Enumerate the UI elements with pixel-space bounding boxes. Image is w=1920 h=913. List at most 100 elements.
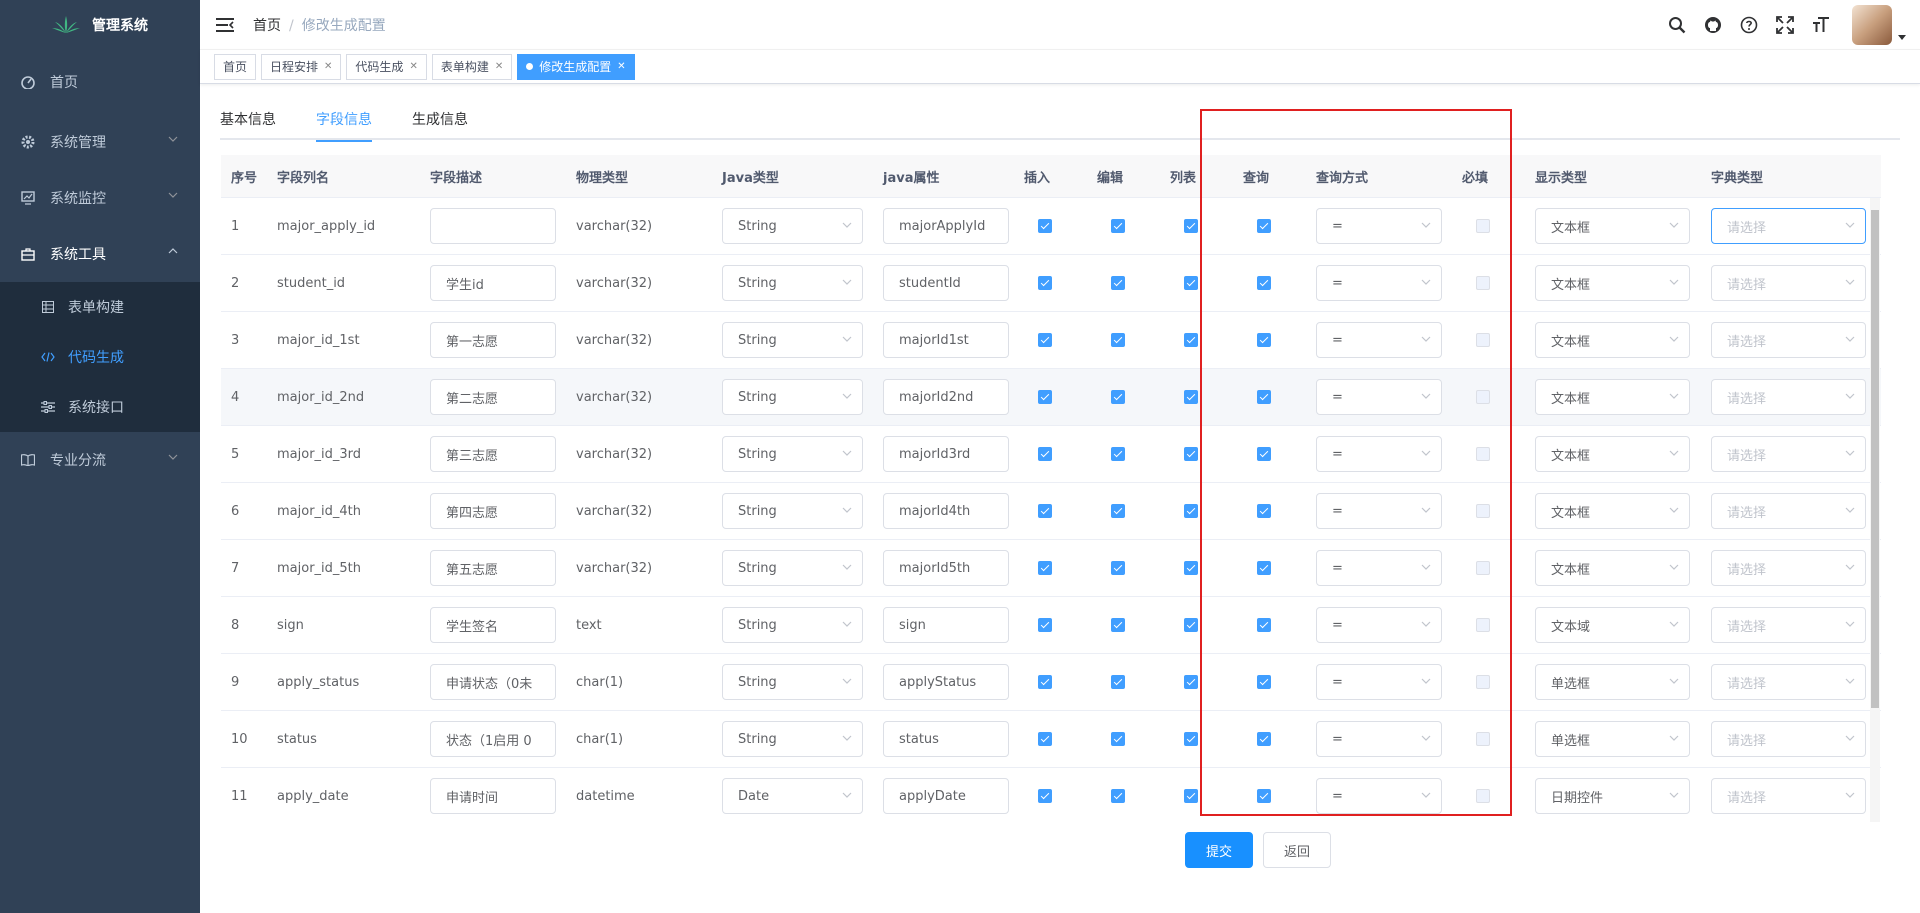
java-attr-input[interactable]: majorId2nd <box>883 379 1009 415</box>
field-desc-input[interactable]: 申请状态（0未 <box>430 664 556 700</box>
java-attr-input[interactable]: status <box>883 721 1009 757</box>
dict-type-select[interactable]: 请选择 <box>1711 379 1866 415</box>
edit-checkbox[interactable] <box>1111 675 1125 689</box>
close-icon[interactable]: ✕ <box>409 55 417 79</box>
close-icon[interactable]: ✕ <box>495 55 503 79</box>
field-desc-input[interactable] <box>430 208 556 244</box>
java-attr-input[interactable]: majorApplyId <box>883 208 1009 244</box>
dict-type-select[interactable]: 请选择 <box>1711 721 1866 757</box>
table-scrollbar[interactable] <box>1870 198 1880 822</box>
java-type-select[interactable]: String <box>722 664 863 700</box>
font-size-icon[interactable] <box>1810 14 1832 36</box>
submit-button[interactable]: 提交 <box>1185 832 1254 868</box>
close-icon[interactable]: ✕ <box>617 55 625 79</box>
dict-type-select[interactable]: 请选择 <box>1711 778 1866 814</box>
insert-checkbox[interactable] <box>1038 390 1052 404</box>
field-desc-input[interactable]: 申请时间 <box>430 778 556 814</box>
dict-type-select[interactable]: 请选择 <box>1711 493 1866 529</box>
tag-home[interactable]: 首页 <box>214 53 257 80</box>
sidebar-subitem-form-build[interactable]: 表单构建 <box>0 282 200 332</box>
list-checkbox[interactable] <box>1184 732 1198 746</box>
java-type-select[interactable]: String <box>722 379 863 415</box>
scrollbar-thumb[interactable] <box>1871 210 1879 708</box>
display-type-select[interactable]: 文本框 <box>1535 265 1690 301</box>
breadcrumb-home[interactable]: 首页 <box>253 18 281 34</box>
java-type-select[interactable]: Date <box>722 778 863 814</box>
list-checkbox[interactable] <box>1184 447 1198 461</box>
sidebar-subitem-api[interactable]: 系统接口 <box>0 382 200 432</box>
insert-checkbox[interactable] <box>1038 504 1052 518</box>
insert-checkbox[interactable] <box>1038 789 1052 803</box>
avatar[interactable] <box>1852 5 1892 45</box>
display-type-select[interactable]: 文本域 <box>1535 607 1690 643</box>
display-type-select[interactable]: 单选框 <box>1535 721 1690 757</box>
edit-checkbox[interactable] <box>1111 333 1125 347</box>
java-attr-input[interactable]: majorId4th <box>883 493 1009 529</box>
edit-checkbox[interactable] <box>1111 618 1125 632</box>
java-type-select[interactable]: String <box>722 322 863 358</box>
field-desc-input[interactable]: 第三志愿 <box>430 436 556 472</box>
sidebar-item-system-monitor[interactable]: 系统监控 <box>0 170 200 226</box>
java-type-select[interactable]: String <box>722 208 863 244</box>
list-checkbox[interactable] <box>1184 504 1198 518</box>
list-checkbox[interactable] <box>1184 618 1198 632</box>
edit-checkbox[interactable] <box>1111 276 1125 290</box>
dict-type-select[interactable]: 请选择 <box>1711 436 1866 472</box>
java-attr-input[interactable]: majorId3rd <box>883 436 1009 472</box>
list-checkbox[interactable] <box>1184 219 1198 233</box>
insert-checkbox[interactable] <box>1038 732 1052 746</box>
insert-checkbox[interactable] <box>1038 219 1052 233</box>
java-attr-input[interactable]: applyStatus <box>883 664 1009 700</box>
logo[interactable]: 管理系统 <box>0 0 200 50</box>
java-attr-input[interactable]: majorId1st <box>883 322 1009 358</box>
github-icon[interactable] <box>1702 14 1724 36</box>
insert-checkbox[interactable] <box>1038 447 1052 461</box>
field-desc-input[interactable]: 学生签名 <box>430 607 556 643</box>
fullscreen-icon[interactable] <box>1774 14 1796 36</box>
list-checkbox[interactable] <box>1184 789 1198 803</box>
java-attr-input[interactable]: applyDate <box>883 778 1009 814</box>
dict-type-select[interactable]: 请选择 <box>1711 550 1866 586</box>
java-attr-input[interactable]: sign <box>883 607 1009 643</box>
java-type-select[interactable]: String <box>722 493 863 529</box>
insert-checkbox[interactable] <box>1038 333 1052 347</box>
java-type-select[interactable]: String <box>722 265 863 301</box>
list-checkbox[interactable] <box>1184 561 1198 575</box>
close-icon[interactable]: ✕ <box>324 55 332 79</box>
tag-code-gen[interactable]: 代码生成 ✕ <box>346 53 427 80</box>
edit-checkbox[interactable] <box>1111 447 1125 461</box>
display-type-select[interactable]: 日期控件 <box>1535 778 1690 814</box>
field-desc-input[interactable]: 第四志愿 <box>430 493 556 529</box>
field-desc-input[interactable]: 学生id <box>430 265 556 301</box>
list-checkbox[interactable] <box>1184 390 1198 404</box>
list-checkbox[interactable] <box>1184 675 1198 689</box>
sidebar-subitem-code-gen[interactable]: 代码生成 <box>0 332 200 382</box>
sidebar-item-home[interactable]: 首页 <box>0 50 200 114</box>
display-type-select[interactable]: 文本框 <box>1535 322 1690 358</box>
edit-checkbox[interactable] <box>1111 219 1125 233</box>
sidebar-item-major-split[interactable]: 专业分流 <box>0 432 200 488</box>
field-desc-input[interactable]: 第二志愿 <box>430 379 556 415</box>
java-type-select[interactable]: String <box>722 436 863 472</box>
display-type-select[interactable]: 文本框 <box>1535 379 1690 415</box>
dict-type-select[interactable]: 请选择 <box>1711 208 1866 244</box>
field-desc-input[interactable]: 状态（1启用 0 <box>430 721 556 757</box>
field-desc-input[interactable]: 第五志愿 <box>430 550 556 586</box>
list-checkbox[interactable] <box>1184 276 1198 290</box>
insert-checkbox[interactable] <box>1038 675 1052 689</box>
question-circle-icon[interactable] <box>1738 14 1760 36</box>
tag-form-build[interactable]: 表单构建 ✕ <box>431 53 513 80</box>
edit-checkbox[interactable] <box>1111 789 1125 803</box>
edit-checkbox[interactable] <box>1111 561 1125 575</box>
display-type-select[interactable]: 文本框 <box>1535 208 1690 244</box>
display-type-select[interactable]: 单选框 <box>1535 664 1690 700</box>
java-type-select[interactable]: String <box>722 550 863 586</box>
edit-checkbox[interactable] <box>1111 390 1125 404</box>
display-type-select[interactable]: 文本框 <box>1535 493 1690 529</box>
sidebar-item-system-tools[interactable]: 系统工具 <box>0 226 200 282</box>
java-attr-input[interactable]: studentId <box>883 265 1009 301</box>
tab-basic-info[interactable]: 基本信息 <box>220 100 286 140</box>
tag-schedule[interactable]: 日程安排 ✕ <box>261 53 342 80</box>
edit-checkbox[interactable] <box>1111 732 1125 746</box>
back-button[interactable]: 返回 <box>1263 832 1332 868</box>
